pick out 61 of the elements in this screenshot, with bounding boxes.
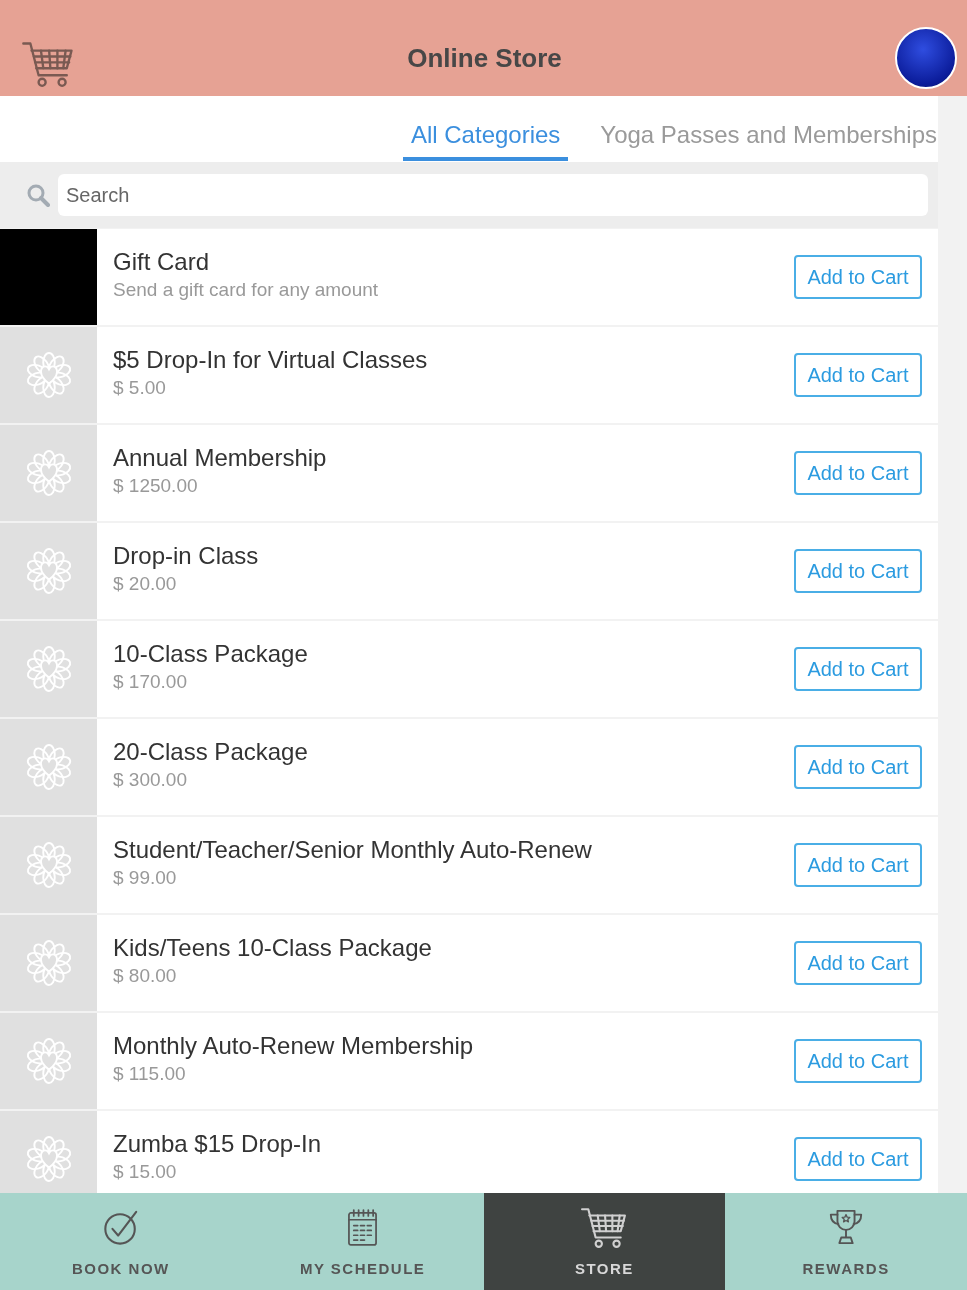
flower-heart-icon bbox=[24, 1037, 73, 1085]
add-to-cart-button[interactable]: Add to Cart bbox=[794, 255, 922, 299]
flower-heart-icon bbox=[24, 939, 73, 987]
product-name: $5 Drop-In for Virtual Classes bbox=[113, 345, 429, 375]
product-name: 10-Class Package bbox=[113, 639, 309, 669]
flower-heart-icon bbox=[24, 351, 73, 399]
product-subtitle: $ 5.00 bbox=[113, 376, 167, 400]
add-to-cart-button[interactable]: Add to Cart bbox=[794, 941, 922, 985]
product-row[interactable]: Student/Teacher/Senior Monthly Auto-Renew $ 99.00 Add to Cart bbox=[0, 817, 938, 913]
cart-icon bbox=[22, 39, 74, 87]
flower-heart-icon bbox=[24, 645, 73, 693]
nav-tab[interactable]: MY SCHEDULE bbox=[241, 1193, 484, 1290]
flower-heart-icon bbox=[24, 743, 73, 791]
product-name: Kids/Teens 10-Class Package bbox=[113, 933, 433, 963]
page-title: Online Store bbox=[406, 42, 563, 74]
flower-heart-icon bbox=[24, 449, 73, 497]
add-to-cart-button[interactable]: Add to Cart bbox=[794, 843, 922, 887]
product-name: Monthly Auto-Renew Membership bbox=[113, 1031, 475, 1061]
add-to-cart-button[interactable]: Add to Cart bbox=[794, 1039, 922, 1083]
nav-tab[interactable]: STORE bbox=[483, 1193, 726, 1290]
product-row[interactable]: 20-Class Package $ 300.00 Add to Cart bbox=[0, 719, 938, 815]
product-subtitle: $ 15.00 bbox=[113, 1160, 178, 1184]
add-to-cart-button[interactable]: Add to Cart bbox=[794, 647, 922, 691]
product-subtitle: $ 1250.00 bbox=[113, 474, 199, 498]
category-tab[interactable]: Yoga Passes and Memberships bbox=[592, 121, 937, 161]
product-name: Student/Teacher/Senior Monthly Auto-Renew bbox=[113, 835, 593, 865]
product-subtitle: $ 300.00 bbox=[113, 768, 188, 792]
check-circle-icon bbox=[101, 1208, 140, 1246]
product-subtitle: $ 20.00 bbox=[113, 572, 178, 596]
product-subtitle: $ 80.00 bbox=[113, 964, 178, 988]
add-to-cart-button[interactable]: Add to Cart bbox=[794, 451, 922, 495]
product-name: 20-Class Package bbox=[113, 737, 309, 767]
product-row[interactable]: Annual Membership $ 1250.00 Add to Cart bbox=[0, 425, 938, 521]
add-to-cart-button[interactable]: Add to Cart bbox=[794, 353, 922, 397]
product-name: Drop-in Class bbox=[113, 541, 260, 571]
product-row[interactable]: 10-Class Package $ 170.00 Add to Cart bbox=[0, 621, 938, 717]
cart-icon bbox=[581, 1206, 628, 1248]
product-name: Zumba $15 Drop-In bbox=[113, 1129, 323, 1159]
product-row[interactable]: Kids/Teens 10-Class Package $ 80.00 Add to Cart bbox=[0, 915, 938, 1011]
product-subtitle: Send a gift card for any amount bbox=[113, 278, 380, 302]
product-row[interactable]: Zumba $15 Drop-In $ 15.00 Add to Cart bbox=[0, 1111, 938, 1193]
nav-tab[interactable]: REWARDS bbox=[725, 1193, 967, 1290]
product-row[interactable]: $5 Drop-In for Virtual Classes $ 5.00 Add to Cart bbox=[0, 327, 938, 423]
product-row[interactable]: Gift Card Send a gift card for any amount Add to Cart bbox=[0, 229, 938, 325]
flower-heart-icon bbox=[24, 841, 73, 889]
search-field[interactable]: Search bbox=[58, 174, 928, 216]
flower-heart-icon bbox=[24, 1135, 73, 1183]
product-name: Gift Card bbox=[113, 247, 211, 277]
add-to-cart-button[interactable]: Add to Cart bbox=[794, 549, 922, 593]
product-name: Annual Membership bbox=[113, 443, 328, 473]
calendar-icon bbox=[347, 1207, 379, 1247]
flower-heart-icon bbox=[24, 547, 73, 595]
add-to-cart-button[interactable]: Add to Cart bbox=[794, 1137, 922, 1181]
product-row[interactable]: Drop-in Class $ 20.00 Add to Cart bbox=[0, 523, 938, 619]
product-row[interactable]: Monthly Auto-Renew Membership $ 115.00 Add to Cart bbox=[0, 1013, 938, 1109]
nav-tab[interactable]: BOOK NOW bbox=[0, 1193, 242, 1290]
product-subtitle: $ 115.00 bbox=[113, 1062, 187, 1086]
add-to-cart-button[interactable]: Add to Cart bbox=[794, 745, 922, 789]
product-subtitle: $ 99.00 bbox=[113, 866, 178, 890]
search-icon bbox=[26, 183, 50, 207]
product-subtitle: $ 170.00 bbox=[113, 670, 188, 694]
